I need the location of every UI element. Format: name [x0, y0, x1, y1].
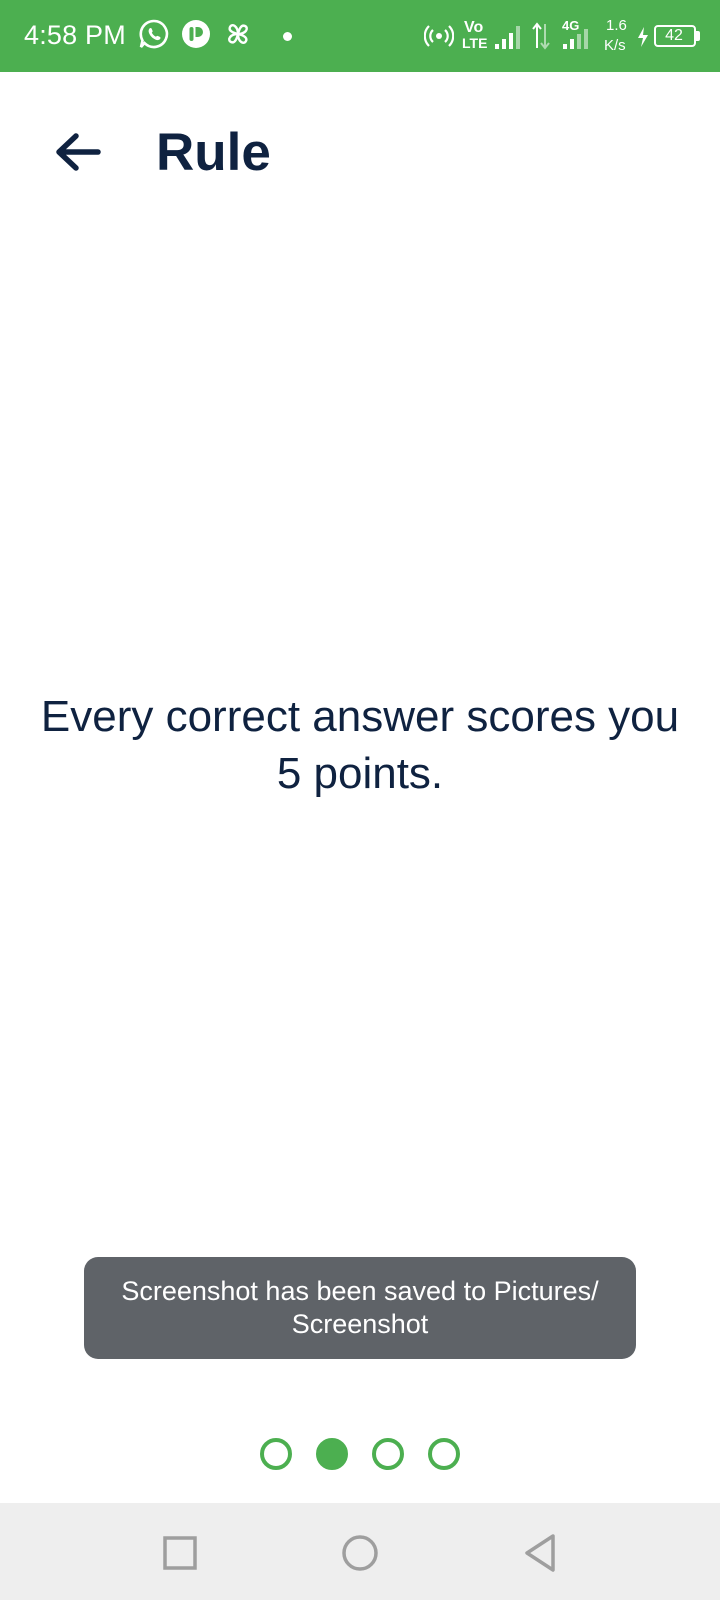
page-dot-1[interactable] [260, 1438, 292, 1470]
page-dot-2-active[interactable] [316, 1438, 348, 1470]
signal-4g-icon [563, 29, 588, 49]
status-time: 4:58 PM [24, 20, 126, 50]
page-dot-4[interactable] [428, 1438, 460, 1470]
toast-message: Screenshot has been saved to Pictures/ S… [121, 1276, 599, 1339]
battery-level: 42 [665, 27, 683, 44]
volte-bottom-label: LTE [462, 35, 488, 51]
app-notification-icon [182, 20, 210, 48]
speed-unit: K/s [604, 37, 626, 54]
back-triangle-icon [525, 1534, 555, 1572]
signal-icon [495, 26, 520, 49]
status-bar: 4:58 PM Vo LTE 4G 1.6 K/s 42 [0, 0, 720, 72]
page-dot-3[interactable] [372, 1438, 404, 1470]
whatsapp-icon [139, 19, 169, 49]
notification-dot [283, 32, 292, 41]
recents-square-icon [163, 1536, 197, 1570]
back-button[interactable] [46, 120, 110, 184]
charging-icon [638, 27, 648, 47]
recents-button[interactable] [158, 1531, 202, 1575]
hotspot-icon [424, 25, 454, 47]
back-nav-button[interactable] [518, 1531, 562, 1575]
arrow-left-icon [56, 133, 101, 171]
rule-text: Every correct answer scores you 5 points… [40, 692, 680, 798]
battery-icon: 42 [654, 25, 696, 47]
app-screen: 4:58 PM Vo LTE 4G 1.6 K/s 42 Rule Every … [0, 0, 720, 1600]
home-button[interactable] [338, 1531, 382, 1575]
data-arrows-icon [532, 22, 550, 50]
battery-cap [696, 31, 700, 41]
home-circle-icon [342, 1535, 378, 1571]
speed-value: 1.6 [606, 17, 627, 34]
navigation-bar [0, 1503, 720, 1600]
page-title: Rule [156, 123, 271, 182]
volte-top-label: Vo [464, 19, 484, 36]
pinwheel-icon [228, 24, 248, 44]
toast: Screenshot has been saved to Pictures/ S… [84, 1257, 636, 1359]
